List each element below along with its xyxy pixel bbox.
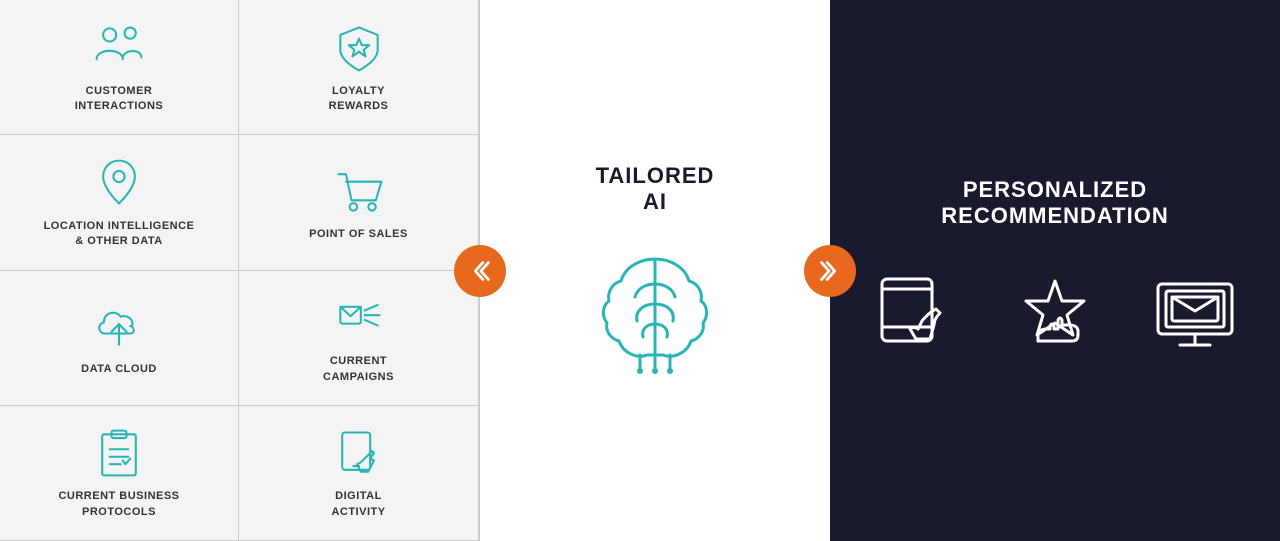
location-intelligence-icon (91, 155, 147, 211)
digital-activity-label: DIGITALACTIVITY (331, 489, 385, 520)
current-business-protocols-icon (91, 425, 147, 481)
right-panel: PERSONALIZEDRECOMMENDATION (830, 0, 1280, 541)
current-business-protocols-label: CURRENT BUSINESSPROTOCOLS (58, 489, 179, 520)
email-notification-icon-wrapper (1150, 269, 1240, 364)
left-panel: CUSTOMERINTERACTIONS LOYALTYREWARDS LOCA… (0, 0, 480, 541)
cell-loyalty-rewards: LOYALTYREWARDS (239, 0, 478, 135)
right-icons-group (870, 269, 1240, 364)
customer-interactions-label: CUSTOMERINTERACTIONS (75, 84, 164, 115)
star-reward-icon (1010, 269, 1100, 359)
current-campaigns-label: CURRENTCAMPAIGNS (323, 354, 394, 385)
loyalty-rewards-icon (331, 20, 387, 76)
chevron-right-double-right-icon (816, 257, 844, 285)
digital-activity-icon (331, 425, 387, 481)
data-cloud-icon (91, 298, 147, 354)
email-notification-icon (1150, 269, 1240, 359)
left-arrow-button[interactable] (454, 245, 506, 297)
touch-engagement-icon (870, 269, 960, 359)
current-campaigns-icon (331, 290, 387, 346)
point-of-sales-icon (331, 163, 387, 219)
middle-panel: TAILOREDAI (480, 0, 830, 541)
cell-customer-interactions: CUSTOMERINTERACTIONS (0, 0, 239, 135)
cell-data-cloud: DATA CLOUD (0, 271, 239, 406)
chevron-right-double-left-icon (466, 257, 494, 285)
cell-point-of-sales: POINT OF SALES (239, 135, 478, 270)
engagement-icon-wrapper (870, 269, 960, 364)
location-intelligence-label: LOCATION INTELLIGENCE& OTHER DATA (44, 219, 195, 250)
cell-current-campaigns: CURRENTCAMPAIGNS (239, 271, 478, 406)
right-panel-title: PERSONALIZEDRECOMMENDATION (941, 177, 1168, 229)
point-of-sales-label: POINT OF SALES (309, 227, 408, 242)
cell-current-business-protocols: CURRENT BUSINESSPROTOCOLS (0, 406, 239, 541)
data-cloud-label: DATA CLOUD (81, 362, 157, 377)
customer-interactions-icon (91, 20, 147, 76)
cell-location-intelligence: LOCATION INTELLIGENCE& OTHER DATA (0, 135, 239, 270)
loyalty-rewards-label: LOYALTYREWARDS (329, 84, 389, 115)
right-arrow-button[interactable] (804, 245, 856, 297)
cell-digital-activity: DIGITALACTIVITY (239, 406, 478, 541)
star-reward-icon-wrapper (1010, 269, 1100, 364)
ai-brain-icon (585, 239, 725, 379)
middle-title: TAILOREDAI (596, 163, 715, 215)
